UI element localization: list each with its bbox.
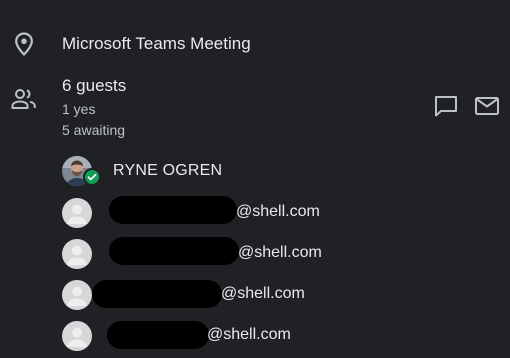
redacted-email <box>107 321 209 349</box>
chat-icon[interactable] <box>433 94 459 123</box>
guest-list-item[interactable]: @shell.com <box>60 196 340 230</box>
avatar <box>62 198 92 228</box>
accepted-check-icon <box>83 168 101 186</box>
avatar <box>62 239 92 269</box>
guest-awaiting-count: 5 awaiting <box>62 122 126 138</box>
guest-email-domain: @shell.com <box>207 326 291 343</box>
avatar <box>62 280 92 310</box>
guest-list-item[interactable]: @shell.com <box>60 237 340 271</box>
email-icon[interactable] <box>474 96 500 121</box>
guest-list-item[interactable]: RYNE OGREN <box>60 154 300 190</box>
guest-list-item[interactable]: @shell.com <box>60 319 340 353</box>
location-pin-icon <box>12 31 36 62</box>
location-text[interactable]: Microsoft Teams Meeting <box>62 34 251 54</box>
guest-email-domain: @shell.com <box>238 244 322 261</box>
guest-email-domain: @shell.com <box>221 285 305 302</box>
guest-count: 6 guests <box>62 76 127 95</box>
guest-yes-count: 1 yes <box>62 101 96 117</box>
guest-list-item[interactable]: @shell.com <box>60 278 340 312</box>
guest-email-domain: @shell.com <box>236 203 320 220</box>
avatar <box>62 321 92 351</box>
people-icon <box>11 88 37 115</box>
redacted-email <box>92 280 222 308</box>
guest-name: RYNE OGREN <box>113 162 223 179</box>
redacted-email <box>109 196 237 224</box>
redacted-email <box>109 237 239 265</box>
